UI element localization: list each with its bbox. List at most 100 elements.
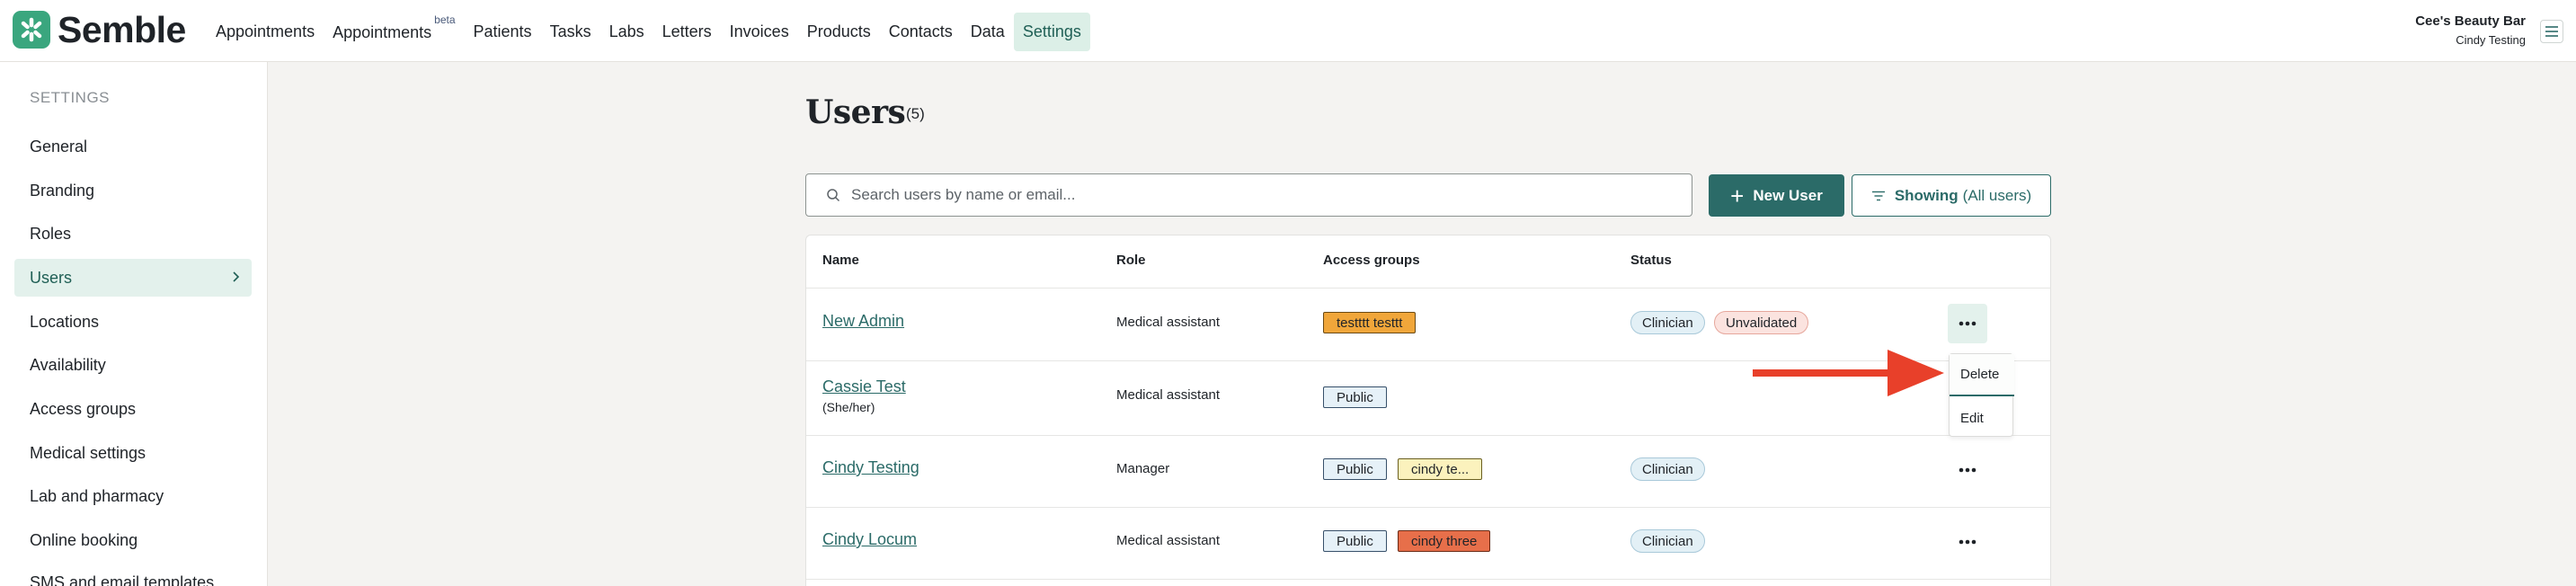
divider [806,435,2050,436]
search-input[interactable] [851,186,1660,204]
sidebar-item-label: Lab and pharmacy [30,486,164,505]
status-badge: Unvalidated [1714,311,1809,334]
nav-patients-label: Patients [473,22,532,40]
sidebar-item-access-groups[interactable]: Access groups [14,390,252,428]
nav-data[interactable]: Data [962,13,1014,51]
user-count: (5) [906,105,925,122]
sidebar-item-general[interactable]: General [14,128,252,165]
users-table: Name Role Access groups Status New Admin… [805,235,2051,586]
row-actions-menu: Delete Edit [1949,353,2014,438]
sidebar-item-label: Access groups [30,399,137,418]
row-actions-button[interactable] [1948,304,1987,343]
access-group-tag: Public [1323,386,1387,408]
nav-contacts-label: Contacts [888,22,953,40]
header-access-groups[interactable]: Access groups [1323,253,1420,268]
user-search[interactable] [805,173,1692,217]
more-horizontal-icon [1959,539,1976,545]
nav-appointments[interactable]: Appointments [207,13,324,51]
semble-logo-icon [13,11,50,49]
nav-contacts[interactable]: Contacts [880,13,962,51]
new-user-button[interactable]: + New User [1709,174,1844,217]
more-horizontal-icon [1959,321,1976,326]
filter-value: (All users) [1962,186,2032,204]
access-group-tag: Public [1323,530,1387,552]
nav-products-label: Products [806,22,871,40]
status-badge: Clinician [1630,529,1705,553]
nav-settings[interactable]: Settings [1013,12,1090,51]
sidebar-item-branding[interactable]: Branding [14,172,252,209]
row-actions-button[interactable] [1948,522,1987,562]
divider [806,507,2050,508]
annotation-arrow-icon [1753,350,1944,396]
sidebar-item-locations[interactable]: Locations [14,303,252,341]
sidebar-item-label: Locations [30,312,100,331]
sidebar-item-label: Online booking [30,530,138,549]
header-name[interactable]: Name [822,253,859,268]
nav-invoices[interactable]: Invoices [721,13,798,51]
nav-appointments-beta-label: Appointments [333,22,432,41]
sidebar-item-online-booking[interactable]: Online booking [14,521,252,559]
access-group-tag: cindy te... [1398,458,1483,480]
user-name: Cindy Testing [2456,33,2526,47]
sidebar-heading: SETTINGS [30,89,111,106]
sidebar-item-roles[interactable]: Roles [14,215,252,253]
sidebar-item-medical-settings[interactable]: Medical settings [14,434,252,472]
header-status[interactable]: Status [1630,253,1672,268]
nav-tasks[interactable]: Tasks [541,13,600,51]
nav-appointments-beta[interactable]: Appointmentsbeta [324,12,464,52]
new-user-label: New User [1753,186,1823,204]
user-name-link[interactable]: Cindy Testing [822,458,919,477]
filter-label: Showing [1894,186,1959,204]
account-info[interactable]: Cee's Beauty Bar Cindy Testing [2415,13,2526,47]
divider [806,579,2050,580]
nav-letters-label: Letters [662,22,712,40]
filter-icon [1871,191,1885,200]
sidebar-item-lab-and-pharmacy[interactable]: Lab and pharmacy [14,477,252,515]
user-name-link[interactable]: New Admin [822,312,904,331]
sidebar-item-label: General [30,137,88,155]
user-name-link[interactable]: Cassie Test [822,377,906,396]
chevron-right-icon [233,271,240,282]
nav-labs-label: Labs [608,22,644,40]
access-group-tag: testttt testtt [1323,312,1417,333]
sidebar-item-label: Availability [30,355,106,374]
user-name-link[interactable]: Cindy Locum [822,530,917,549]
header-role[interactable]: Role [1116,253,1146,268]
user-role: Manager [1116,461,1170,476]
nav-tasks-label: Tasks [549,22,591,40]
status-badge: Clinician [1630,311,1705,334]
access-group-tag: cindy three [1398,530,1491,552]
brand-name: Semble [58,8,186,50]
user-pronouns: (She/her) [822,400,875,414]
divider [806,288,2050,289]
showing-filter-button[interactable]: Showing (All users) [1852,174,2051,217]
nav-patients[interactable]: Patients [465,13,541,51]
sidebar-item-sms-email-templates[interactable]: SMS and email templates [14,564,252,586]
page-title: Users [805,93,906,131]
org-name: Cee's Beauty Bar [2415,13,2526,29]
main-nav: Appointments Appointmentsbeta Patients T… [207,12,1090,51]
nav-letters[interactable]: Letters [653,13,721,51]
nav-products[interactable]: Products [798,13,880,51]
beta-badge: beta [434,13,456,26]
sidebar-item-availability[interactable]: Availability [14,346,252,384]
search-icon [826,188,840,202]
sidebar-item-users[interactable]: Users [14,259,252,297]
nav-appointments-label: Appointments [216,22,315,40]
top-bar: Semble Appointments Appointmentsbeta Pat… [0,0,2576,62]
menu-item-delete[interactable]: Delete [1950,354,2014,396]
row-actions-button[interactable] [1948,450,1987,490]
sidebar-item-label: Roles [30,224,72,243]
hamburger-menu-button[interactable] [2540,20,2563,43]
settings-sidebar: SETTINGS General Branding Roles Users Lo… [0,62,268,586]
user-role: Medical assistant [1116,533,1221,548]
sidebar-item-label: SMS and email templates [30,573,215,586]
access-group-tag: Public [1323,458,1387,480]
menu-item-edit[interactable]: Edit [1950,398,2014,438]
semble-logo[interactable]: Semble [13,9,186,50]
nav-labs[interactable]: Labs [600,13,653,51]
sidebar-item-label: Users [30,268,73,287]
hamburger-icon [2545,26,2558,37]
sidebar-item-label: Branding [30,181,95,200]
sidebar-item-label: Medical settings [30,443,147,462]
